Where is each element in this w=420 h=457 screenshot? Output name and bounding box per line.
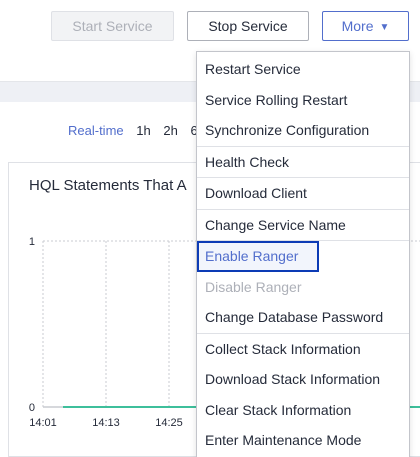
menu-item-disable-ranger: Disable Ranger [205, 278, 302, 295]
more-button[interactable]: More ▼ [322, 11, 409, 41]
more-button-label: More [341, 18, 374, 34]
menu-item-synchronize-configuration[interactable]: Synchronize Configuration [197, 115, 409, 146]
menu-item-enable-ranger[interactable]: Enable Ranger [197, 241, 319, 272]
menu-item-service-rolling-restart[interactable]: Service Rolling Restart [197, 85, 409, 116]
menu-item-change-service-name[interactable]: Change Service Name [197, 210, 409, 241]
time-range-2h[interactable]: 2h [163, 123, 177, 138]
menu-item-enter-maintenance-mode[interactable]: Enter Maintenance Mode [197, 425, 409, 456]
menu-item-clear-stack-information[interactable]: Clear Stack Information [197, 395, 409, 426]
menu-item-restart-service[interactable]: Restart Service [197, 54, 409, 85]
y-tick-label: 1 [29, 236, 35, 248]
menu-item-health-check[interactable]: Health Check [197, 147, 409, 178]
menu-item-download-client[interactable]: Download Client [197, 178, 409, 209]
x-tick-label: 14:25 [155, 417, 183, 429]
x-tick-label: 14:01 [29, 417, 57, 429]
caret-down-icon: ▼ [379, 22, 390, 33]
menu-item-collect-stack-information[interactable]: Collect Stack Information [197, 334, 409, 365]
start-service-button[interactable]: Start Service [51, 11, 174, 41]
menu-item-change-database-password[interactable]: Change Database Password [197, 302, 409, 333]
more-dropdown-menu: Restart Service Service Rolling Restart … [196, 51, 410, 457]
time-range-selector: Real-time 1h 2h 6 [68, 123, 207, 138]
stop-service-button[interactable]: Stop Service [187, 11, 309, 41]
menu-item-download-stack-information[interactable]: Download Stack Information [197, 364, 409, 395]
y-tick-label: 0 [29, 402, 35, 414]
x-tick-label: 14:13 [92, 417, 120, 429]
service-page: Start Service Stop Service More ▼ Real-ti… [0, 0, 420, 457]
time-range-1h[interactable]: 1h [136, 123, 150, 138]
time-range-realtime[interactable]: Real-time [68, 123, 124, 138]
